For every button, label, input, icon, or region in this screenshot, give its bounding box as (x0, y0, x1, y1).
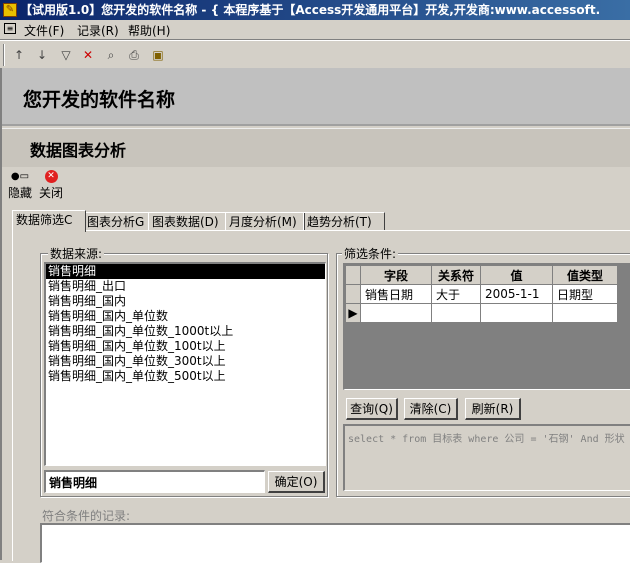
close-label: 关闭 (38, 186, 63, 200)
tab-chart-analysis[interactable]: 图表分析G (83, 212, 149, 231)
table-row-new[interactable]: ▶ (345, 303, 618, 323)
table-cell[interactable] (360, 303, 432, 323)
window-title: 【试用版1.0】您开发的软件名称 - { 本程序基于【Access开发通用平台】… (20, 3, 601, 17)
row-selector-header (345, 265, 361, 285)
table-cell[interactable] (480, 303, 553, 323)
table-cell[interactable]: 2005-1-1 (480, 284, 553, 304)
form-title: 数据图表分析 (30, 141, 127, 160)
app-header-title: 您开发的软件名称 (23, 89, 176, 111)
column-header[interactable]: 字段 (360, 265, 432, 285)
table-header-row: 字段 关系符 值 值类型 (345, 265, 618, 285)
table-cell[interactable]: 销售日期 (360, 284, 432, 304)
sql-textbox[interactable]: select * from 目标表 where 公司 = '石钢' And 形状 (343, 424, 630, 491)
query-button[interactable]: 查询(Q) (346, 398, 398, 420)
records-label: 符合条件的记录: (40, 507, 133, 524)
list-item[interactable]: 销售明细_国内_单位数_100t以上 (46, 339, 325, 354)
form-header: 数据图表分析 (2, 128, 630, 167)
close-icon: ✕ (44, 170, 58, 183)
toolbar: ↑ ↓ ▽ ✕ ⌕ ⎙ ▣ (0, 40, 630, 69)
tab-monthly-analysis[interactable]: 月度分析(M) (225, 212, 305, 231)
remove-filter-icon[interactable]: ✕ (78, 45, 98, 65)
exit-icon[interactable]: ▣ (148, 45, 168, 65)
menu-file[interactable]: 文件(F) (24, 22, 64, 39)
column-header[interactable]: 值类型 (552, 265, 618, 285)
filter-icon[interactable]: ▽ (56, 45, 76, 65)
table-cell[interactable]: 日期型 (552, 284, 618, 304)
menu-bar: ≡ 文件(F) 记录(R) 帮助(H) (0, 20, 630, 40)
list-item[interactable]: 销售明细 (46, 264, 325, 279)
source-listbox[interactable]: 销售明细 销售明细_出口 销售明细_国内 销售明细_国内_单位数 销售明细_国内… (44, 262, 326, 466)
clear-button[interactable]: 清除(C) (404, 398, 458, 420)
selected-source-field[interactable]: 销售明细 (44, 470, 265, 493)
close-button[interactable]: ✕ 关闭 (37, 170, 65, 201)
list-item[interactable]: 销售明细_国内 (46, 294, 325, 309)
tab-trend-analysis[interactable]: 趋势分析(T) (303, 212, 385, 231)
print-icon[interactable]: ⎙ (124, 45, 144, 65)
filter-table: 字段 关系符 值 值类型 销售日期 大于 2005-1-1 日期型 ▶ (345, 265, 618, 323)
sort-descending-icon[interactable]: ↓ (32, 45, 52, 65)
column-header[interactable]: 关系符 (431, 265, 481, 285)
tab-panel: 数据来源: 销售明细 销售明细_出口 销售明细_国内 销售明细_国内_单位数 销… (12, 230, 630, 563)
list-item[interactable]: 销售明细_国内_单位数_1000t以上 (46, 324, 325, 339)
app-header: 您开发的软件名称 (2, 68, 630, 126)
table-cell[interactable] (431, 303, 481, 323)
find-icon[interactable]: ⌕ (101, 45, 121, 65)
list-item[interactable]: 销售明细_国内_单位数 (46, 309, 325, 324)
list-item[interactable]: 销售明细_国内_单位数_300t以上 (46, 354, 325, 369)
table-row[interactable]: 销售日期 大于 2005-1-1 日期型 (345, 284, 618, 304)
records-area[interactable] (40, 523, 630, 563)
filter-grid[interactable]: 字段 关系符 值 值类型 销售日期 大于 2005-1-1 日期型 ▶ (343, 263, 630, 390)
list-item[interactable]: 销售明细_国内_单位数_500t以上 (46, 369, 325, 384)
confirm-button[interactable]: 确定(O) (268, 471, 325, 493)
system-menu-icon[interactable]: ≡ (4, 23, 16, 34)
source-group-label: 数据来源: (48, 245, 105, 262)
table-cell[interactable]: 大于 (431, 284, 481, 304)
title-bar: ✎ 【试用版1.0】您开发的软件名称 - { 本程序基于【Access开发通用平台… (0, 0, 630, 20)
tab-chart-data[interactable]: 图表数据(D) (148, 212, 226, 231)
hide-label: 隐藏 (7, 186, 32, 200)
sort-ascending-icon[interactable]: ↑ (9, 45, 29, 65)
refresh-button[interactable]: 刷新(R) (465, 398, 521, 420)
column-header[interactable]: 值 (480, 265, 553, 285)
filter-group-label: 筛选条件: (342, 245, 399, 262)
tab-data-filter[interactable]: 数据筛选C (12, 210, 86, 232)
table-cell[interactable] (552, 303, 618, 323)
row-selector[interactable] (345, 284, 361, 304)
new-row-arrow-icon[interactable]: ▶ (345, 303, 361, 323)
app-icon: ✎ (3, 3, 17, 17)
toolbar-grip (3, 44, 5, 66)
hide-button[interactable]: ●▭ 隐藏 (6, 170, 34, 201)
menu-records[interactable]: 记录(R) (77, 22, 119, 39)
menu-help[interactable]: 帮助(H) (128, 22, 170, 39)
hide-icon: ●▭ (10, 171, 30, 182)
list-item[interactable]: 销售明细_出口 (46, 279, 325, 294)
